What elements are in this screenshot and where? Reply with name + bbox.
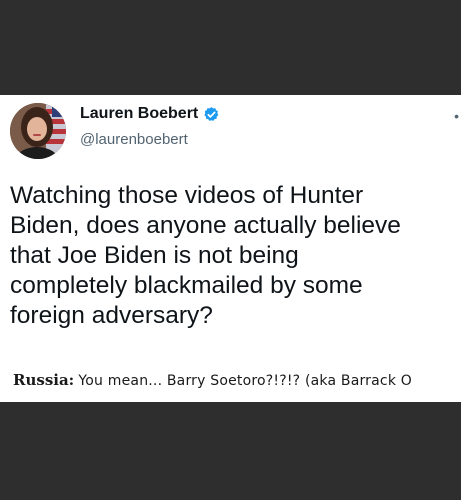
avatar-photo [10, 103, 66, 159]
tweet-card: Lauren Boebert @laurenboebert • Watching… [0, 95, 461, 402]
profile-avatar[interactable] [10, 103, 66, 159]
caption-author: Russia: [13, 371, 75, 389]
meme-image: Lauren Boebert @laurenboebert • Watching… [0, 0, 461, 500]
verified-badge-icon [203, 106, 220, 123]
more-options-icon[interactable]: • [454, 109, 459, 123]
author-name-row: Lauren Boebert [80, 105, 220, 123]
caption-text: You mean... Barry Soetoro?!?!? (aka Barr… [78, 373, 412, 389]
author-display-name[interactable]: Lauren Boebert [80, 105, 198, 123]
caption-row: Russia: You mean... Barry Soetoro?!?!? (… [13, 371, 412, 389]
author-handle[interactable]: @laurenboebert [80, 131, 188, 148]
tweet-text: Watching those videos of Hunter Biden, d… [10, 182, 401, 329]
